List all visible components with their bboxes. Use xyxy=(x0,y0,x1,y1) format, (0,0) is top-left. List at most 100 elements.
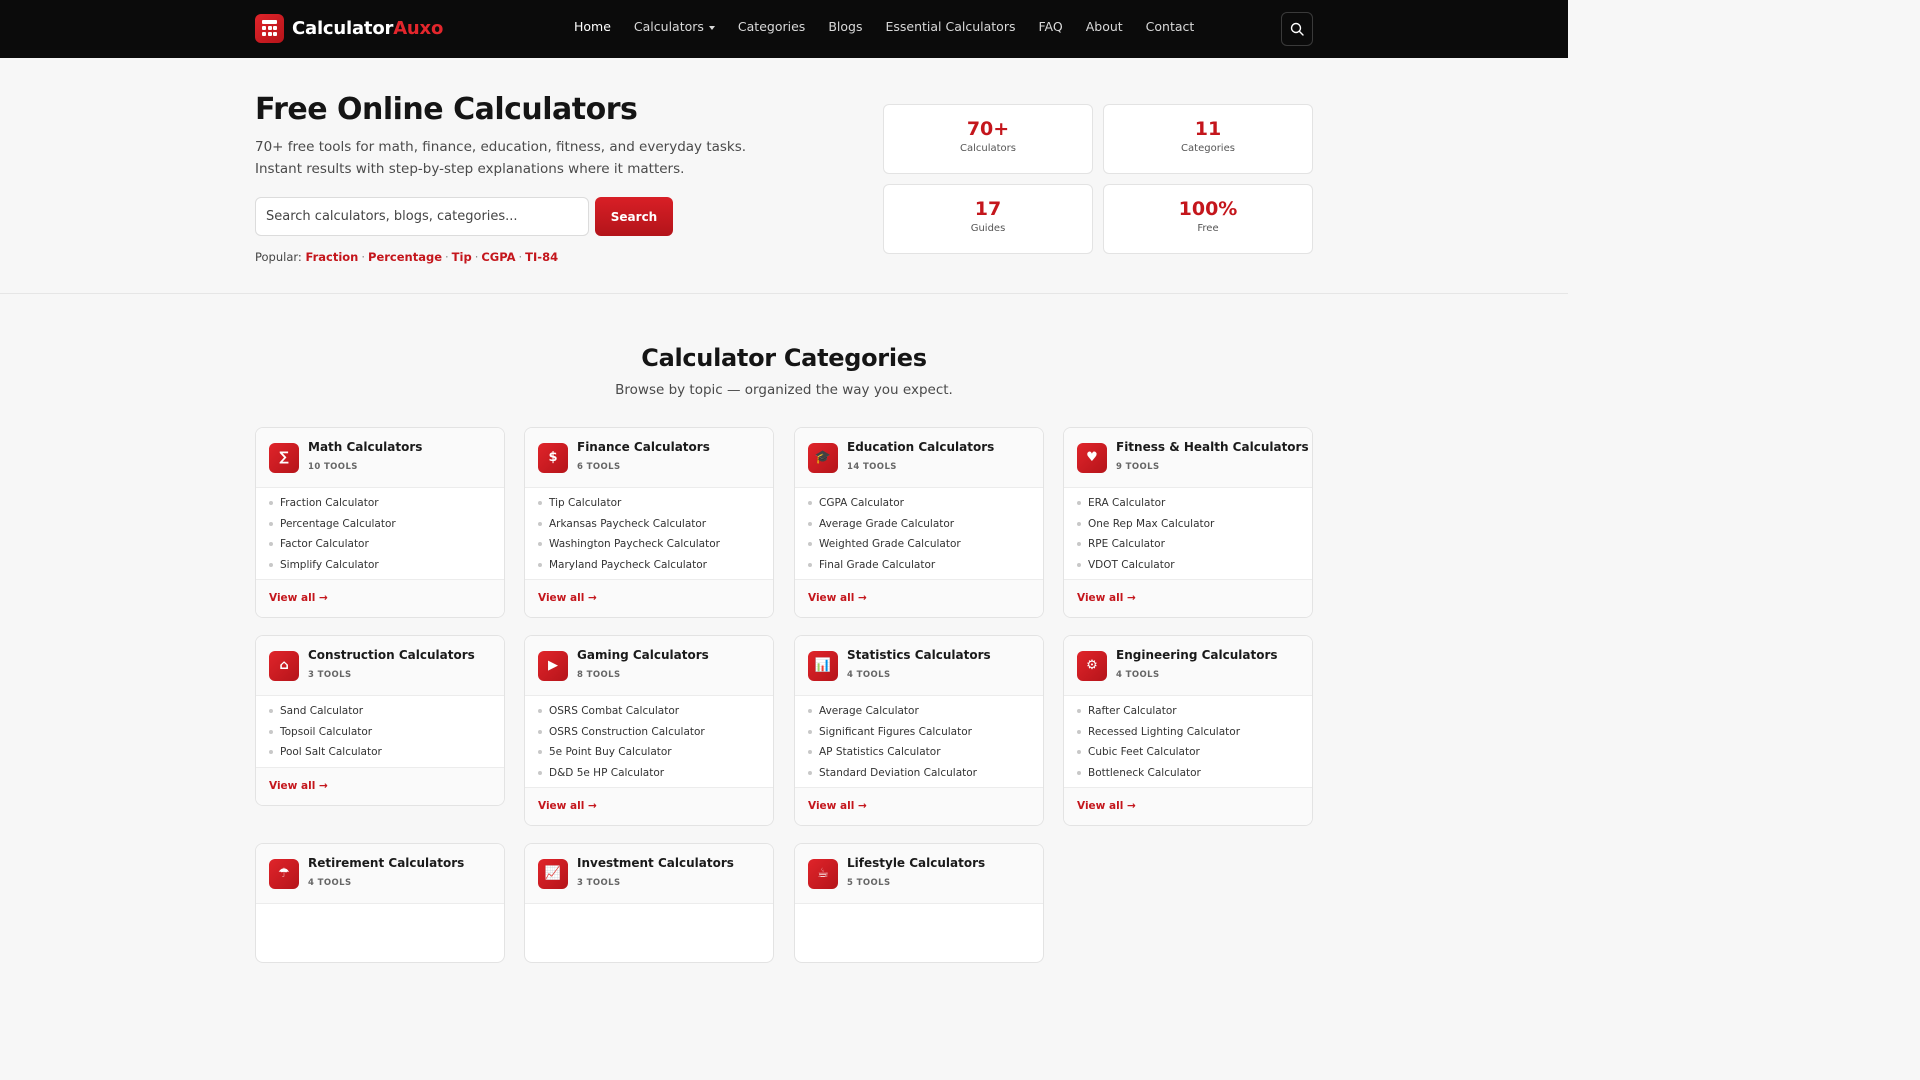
list-item[interactable]: OSRS Construction Calculator xyxy=(538,724,760,745)
view-all-link[interactable]: View all → xyxy=(269,592,328,604)
stat-label: Calculators xyxy=(960,143,1016,154)
category-card-education-calculators[interactable]: 🎓 Education Calculators 14 TOOLS CGPA Calcu… xyxy=(794,427,1044,618)
list-item[interactable]: Fraction Calculator xyxy=(269,495,491,516)
hero-search-input[interactable] xyxy=(255,197,589,236)
stat-value: 17 xyxy=(974,198,1002,220)
list-item[interactable]: ERA Calculator xyxy=(1077,495,1299,516)
list-item[interactable]: VDOT Calculator xyxy=(1077,557,1299,578)
popular-link-ti84[interactable]: TI-84 xyxy=(525,250,558,264)
nav-blogs[interactable]: Blogs xyxy=(828,19,862,34)
list-item[interactable]: One Rep Max Calculator xyxy=(1077,516,1299,537)
stat-label: Categories xyxy=(1181,143,1235,154)
sigma-icon: ∑ xyxy=(269,443,299,473)
nav-categories[interactable]: Categories xyxy=(738,19,805,34)
card-header: $ Finance Calculators 6 TOOLS xyxy=(525,428,773,488)
nav-home[interactable]: Home xyxy=(574,19,611,34)
view-all-link[interactable]: View all → xyxy=(808,800,867,812)
category-card-statistics-calculators[interactable]: 📊 Statistics Calculators 4 TOOLS Average Ca… xyxy=(794,635,1044,826)
list-item[interactable]: Factor Calculator xyxy=(269,536,491,557)
nav-calculators[interactable]: Calculators xyxy=(634,19,715,34)
main-nav: Home Calculators Categories Blogs Essent… xyxy=(574,19,1194,34)
card-header: ▶ Gaming Calculators 8 TOOLS xyxy=(525,636,773,696)
category-card-finance-calculators[interactable]: $ Finance Calculators 6 TOOLS Tip Calculato… xyxy=(524,427,774,618)
view-all-link[interactable]: View all → xyxy=(1077,592,1136,604)
list-item[interactable]: 5e Point Buy Calculator xyxy=(538,744,760,765)
hero-search-button[interactable]: Search xyxy=(595,197,673,236)
card-title: Lifestyle Calculators xyxy=(847,856,986,870)
top-navbar: CalculatorAuxo Home Calculators Categori… xyxy=(0,0,1568,58)
list-item[interactable]: AP Statistics Calculator xyxy=(808,744,1030,765)
list-item[interactable]: Sand Calculator xyxy=(269,703,491,724)
view-all-link[interactable]: View all → xyxy=(538,800,597,812)
category-card-retirement-calculators[interactable]: ☂ Retirement Calculators 4 TOOLS xyxy=(255,843,505,963)
list-item[interactable]: Weighted Grade Calculator xyxy=(808,536,1030,557)
categories-title: Calculator Categories xyxy=(641,344,927,372)
list-item[interactable]: OSRS Combat Calculator xyxy=(538,703,760,724)
list-item[interactable]: Arkansas Paycheck Calculator xyxy=(538,516,760,537)
popular-link-tip[interactable]: Tip xyxy=(452,250,472,264)
nav-about[interactable]: About xyxy=(1086,19,1123,34)
view-all-link[interactable]: View all → xyxy=(538,592,597,604)
list-item[interactable]: Bottleneck Calculator xyxy=(1077,765,1299,786)
list-item[interactable]: Pool Salt Calculator xyxy=(269,744,491,765)
card-title: Finance Calculators xyxy=(577,440,710,454)
card-title: Engineering Calculators xyxy=(1116,648,1278,662)
list-item[interactable]: RPE Calculator xyxy=(1077,536,1299,557)
popular-link-cgpa[interactable]: CGPA xyxy=(481,250,515,264)
view-all-link[interactable]: View all → xyxy=(1077,800,1136,812)
category-card-fitness-health-calculators[interactable]: ♥ Fitness & Health Calculators 9 TOOLS ERA … xyxy=(1063,427,1313,618)
list-item[interactable]: Maryland Paycheck Calculator xyxy=(538,557,760,578)
view-all-link[interactable]: View all → xyxy=(808,592,867,604)
list-item[interactable]: Rafter Calculator xyxy=(1077,703,1299,724)
category-card-construction-calculators[interactable]: ⌂ Construction Calculators 3 TOOLS Sand Cal… xyxy=(255,635,505,806)
header-search-button[interactable] xyxy=(1281,12,1313,46)
popular-link-fraction[interactable]: Fraction xyxy=(305,250,358,264)
card-footer: View all → xyxy=(795,787,1043,825)
card-title: Fitness & Health Calculators xyxy=(1116,440,1309,454)
nav-essential-calculators[interactable]: Essential Calculators xyxy=(885,19,1015,34)
list-item[interactable]: Average Grade Calculator xyxy=(808,516,1030,537)
card-header: ☂ Retirement Calculators 4 TOOLS xyxy=(256,844,504,904)
stat-guides: 17 Guides xyxy=(883,184,1093,254)
card-header: 🎓 Education Calculators 14 TOOLS xyxy=(795,428,1043,488)
list-item[interactable]: Standard Deviation Calculator xyxy=(808,765,1030,786)
nav-faq[interactable]: FAQ xyxy=(1038,19,1062,34)
brand-logo[interactable]: CalculatorAuxo xyxy=(255,14,443,43)
category-card-gaming-calculators[interactable]: ▶ Gaming Calculators 8 TOOLS OSRS Combat Ca… xyxy=(524,635,774,826)
list-item[interactable]: Topsoil Calculator xyxy=(269,724,491,745)
list-item[interactable]: D&D 5e HP Calculator xyxy=(538,765,760,786)
hero-subtitle: 70+ free tools for math, finance, educat… xyxy=(255,136,775,180)
list-item[interactable]: Recessed Lighting Calculator xyxy=(1077,724,1299,745)
card-title: Gaming Calculators xyxy=(577,648,709,662)
list-item[interactable]: Percentage Calculator xyxy=(269,516,491,537)
popular-link-percentage[interactable]: Percentage xyxy=(368,250,442,264)
list-item[interactable]: Final Grade Calculator xyxy=(808,557,1030,578)
popular-label: Popular: xyxy=(255,250,302,264)
tool-count: 9 TOOLS xyxy=(1116,462,1160,472)
list-item[interactable]: Washington Paycheck Calculator xyxy=(538,536,760,557)
category-card-investment-calculators[interactable]: 📈 Investment Calculators 3 TOOLS xyxy=(524,843,774,963)
hero-subtitle-line: 70+ free tools for math, finance, educat… xyxy=(255,139,747,155)
list-item[interactable]: Average Calculator xyxy=(808,703,1030,724)
list-item[interactable]: CGPA Calculator xyxy=(808,495,1030,516)
list-item[interactable]: Significant Figures Calculator xyxy=(808,724,1030,745)
card-header: 📈 Investment Calculators 3 TOOLS xyxy=(525,844,773,904)
category-card-lifestyle-calculators[interactable]: ☕ Lifestyle Calculators 5 TOOLS xyxy=(794,843,1044,963)
cup-icon: ☕ xyxy=(808,859,838,889)
card-tool-list: CGPA Calculator Average Grade Calculator W… xyxy=(795,488,1043,577)
list-item[interactable]: Tip Calculator xyxy=(538,495,760,516)
card-title: Construction Calculators xyxy=(308,648,475,662)
separator: · xyxy=(445,250,449,264)
category-card-engineering-calculators[interactable]: ⚙ Engineering Calculators 4 TOOLS Rafter Ca… xyxy=(1063,635,1313,826)
stat-free: 100% Free xyxy=(1103,184,1313,254)
trend-icon: 📈 xyxy=(538,859,568,889)
tool-count: 10 TOOLS xyxy=(308,462,358,472)
stat-value: 70+ xyxy=(966,118,1010,140)
view-all-link[interactable]: View all → xyxy=(269,780,328,792)
list-item[interactable]: Simplify Calculator xyxy=(269,557,491,578)
category-card-math-calculators[interactable]: ∑ Math Calculators 10 TOOLS Fraction Calcul… xyxy=(255,427,505,618)
nav-contact[interactable]: Contact xyxy=(1146,19,1195,34)
card-header: ♥ Fitness & Health Calculators 9 TOOLS xyxy=(1064,428,1312,488)
list-item[interactable]: Cubic Feet Calculator xyxy=(1077,744,1299,765)
umbrella-icon: ☂ xyxy=(269,859,299,889)
